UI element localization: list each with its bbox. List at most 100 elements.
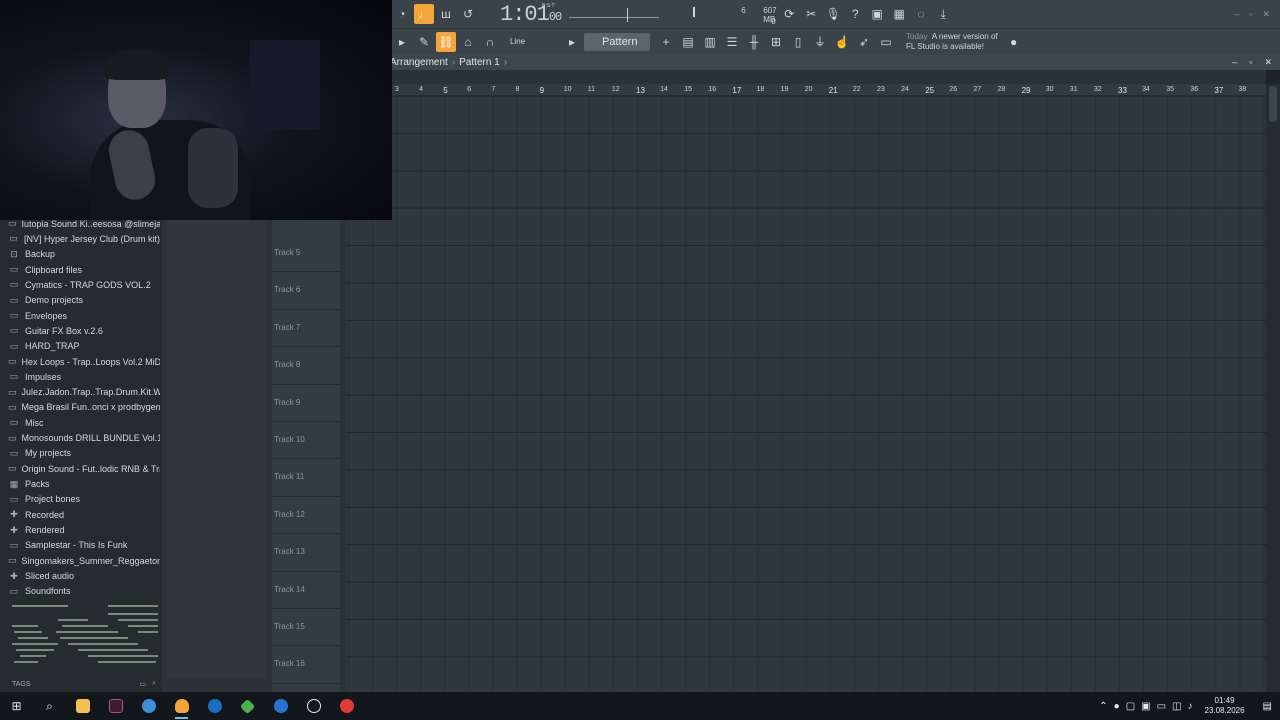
- track-header[interactable]: Track 13: [272, 534, 346, 572]
- feather-icon[interactable]: ➶: [854, 32, 874, 52]
- vertical-scroll-thumb[interactable]: [1269, 86, 1277, 122]
- add-pattern-icon[interactable]: +: [656, 32, 676, 52]
- download-icon[interactable]: ⤓: [933, 4, 953, 24]
- browser-folder-item[interactable]: ▭ Demo projects: [8, 293, 160, 308]
- track-header[interactable]: Track 7: [272, 310, 346, 348]
- tray-icon-3[interactable]: ◫: [1172, 701, 1181, 712]
- playlist-icon[interactable]: ▤: [678, 32, 698, 52]
- app-icon-4[interactable]: [297, 692, 330, 720]
- notifications-icon[interactable]: ▤: [1263, 701, 1272, 712]
- clock[interactable]: 01:49 23.08.2026: [1205, 696, 1245, 716]
- browser-folder-item[interactable]: ▭ Project bones: [8, 492, 160, 507]
- horizontal-scrollbar[interactable]: [390, 70, 1266, 84]
- master-pitch-slider[interactable]: [569, 4, 669, 24]
- store-icon[interactable]: ▭: [876, 32, 896, 52]
- browser-folder-item[interactable]: ▭ Envelopes: [8, 308, 160, 323]
- tray-overflow-icon[interactable]: ⌃: [1099, 701, 1107, 712]
- playlist-close-icon[interactable]: ✕: [1264, 57, 1272, 68]
- browser-folder-item[interactable]: ▭ Soundfonts: [8, 584, 160, 599]
- track-header[interactable]: Track 10: [272, 422, 346, 460]
- loop-record-icon[interactable]: ↺: [458, 4, 478, 24]
- browser-folder-item[interactable]: ▭ Guitar FX Box v.2.6: [8, 323, 160, 338]
- metronome-icon[interactable]: ◔: [392, 4, 412, 24]
- mixer-view-icon[interactable]: ╫: [744, 32, 764, 52]
- playlist-maximize-icon[interactable]: ▫: [1249, 57, 1252, 68]
- track-header[interactable]: Track 12: [272, 497, 346, 535]
- search-icon[interactable]: ⌕: [33, 692, 66, 720]
- save-icon[interactable]: ▣: [867, 4, 887, 24]
- maximize-icon[interactable]: ▫: [1249, 9, 1252, 20]
- start-icon[interactable]: ⊞: [0, 692, 33, 720]
- browser-folder-item[interactable]: ▭ Samplestar - This Is Funk: [8, 538, 160, 553]
- browser-folder-item[interactable]: ✚ Recorded: [8, 507, 160, 522]
- tray-icon-2[interactable]: ▣: [1141, 701, 1150, 712]
- browser-folder-item[interactable]: ▭ Impulses: [8, 369, 160, 384]
- browser-folder-item[interactable]: ▭ Origin Sound - Fut..lodic RNB & Trap: [8, 461, 160, 476]
- browser-folder-item[interactable]: ✚ Sliced audio: [8, 568, 160, 583]
- snap-dropdown[interactable]: Line: [502, 37, 562, 46]
- channel-rack-icon[interactable]: ☰: [722, 32, 742, 52]
- browser-folder-item[interactable]: ▭ Misc: [8, 415, 160, 430]
- play-arrow-icon[interactable]: ▸: [392, 32, 412, 52]
- timeline-ruler[interactable]: 3 4 5 6 7 8 9 10 11 12 13 14 15 16 17 18 19 20 21 22 23 24 25 2…: [390, 84, 1266, 96]
- steam-icon[interactable]: [198, 692, 231, 720]
- track-header[interactable]: Track 8: [272, 347, 346, 385]
- app-icon-3[interactable]: [264, 692, 297, 720]
- file-explorer-icon[interactable]: [66, 692, 99, 720]
- track-header[interactable]: Track 15: [272, 609, 346, 647]
- track-header[interactable]: Track 9: [272, 385, 346, 422]
- browser-folder-item[interactable]: ▭ Monosounds DRILL BUNDLE Vol.1: [8, 430, 160, 445]
- browser-tree-icon[interactable]: ⊞: [766, 32, 786, 52]
- plugin-icon[interactable]: ⏚: [810, 32, 830, 52]
- minimize-icon[interactable]: –: [1234, 9, 1239, 20]
- browser-folder-item[interactable]: ⊡ Backup: [8, 247, 160, 262]
- pattern-prev-icon[interactable]: ▸: [562, 32, 582, 52]
- link-tool-icon[interactable]: ⛓: [436, 31, 456, 52]
- breadcrumb-pattern[interactable]: Pattern 1: [459, 57, 500, 68]
- volume-icon[interactable]: ♪: [1188, 701, 1193, 712]
- touch-icon[interactable]: ☝: [832, 32, 852, 52]
- browser-folder-item[interactable]: ▭ [NV] Hyper Jersey Club (Drum kit): [8, 231, 160, 246]
- project-icon[interactable]: ▯: [788, 32, 808, 52]
- playlist-grid[interactable]: [346, 96, 1266, 692]
- wait-record-icon[interactable]: ш: [436, 4, 456, 24]
- mixer-icon[interactable]: ▦: [889, 4, 909, 24]
- browser-folder-item[interactable]: ▭ Cymatics - TRAP GODS VOL.2: [8, 277, 160, 292]
- browser-search-icon[interactable]: ⌕: [152, 680, 156, 688]
- track-header[interactable]: Track 5: [272, 235, 346, 273]
- track-header[interactable]: Track 16: [272, 646, 346, 684]
- tray-icon-1[interactable]: ▢: [1126, 701, 1135, 712]
- browser-folder-item[interactable]: ▭ My projects: [8, 446, 160, 461]
- breadcrumb-playlist[interactable]: Arrangement: [390, 57, 448, 68]
- app-icon-5[interactable]: [330, 692, 363, 720]
- tempo-icon[interactable]: ♩: [414, 4, 434, 24]
- chrome-icon[interactable]: [132, 692, 165, 720]
- browser-folder-item[interactable]: ▭ Clipboard files: [8, 262, 160, 277]
- browser-folder-item[interactable]: ▭ Mega Brasil Fun..onci x prodbygen): [8, 400, 160, 415]
- pattern-selector[interactable]: Pattern 1: [584, 32, 650, 66]
- app-icon-2[interactable]: [231, 692, 264, 720]
- browser-folder-item[interactable]: ▭ Hex Loops - Trap..Loops Vol.2 MiDi: [8, 354, 160, 369]
- microphone-tray-icon[interactable]: ●: [1114, 701, 1120, 712]
- browser-folder-item[interactable]: ▭ Julez.Jadon.Trap..Trap.Drum.Kit.WAV: [8, 385, 160, 400]
- microphone-icon[interactable]: 🎙: [823, 4, 843, 24]
- draw-tool-icon[interactable]: ✎: [414, 32, 434, 52]
- track-header[interactable]: Track 6: [272, 272, 346, 310]
- refresh-icon[interactable]: ⟳: [779, 4, 799, 24]
- chat-icon[interactable]: ◌: [911, 4, 931, 24]
- cut-icon[interactable]: ✂: [801, 4, 821, 24]
- track-divider[interactable]: [340, 220, 346, 692]
- track-header[interactable]: Track 11: [272, 459, 346, 497]
- browser-folder-item[interactable]: ✚ Rendered: [8, 522, 160, 537]
- news-panel[interactable]: Today A newer version of FL Studio is av…: [906, 32, 998, 52]
- browser-folder-item[interactable]: ▭ HARD_TRAP: [8, 339, 160, 354]
- fl-studio-icon[interactable]: [165, 692, 198, 720]
- playlist-minimize-icon[interactable]: –: [1232, 57, 1237, 68]
- browser-folder-item[interactable]: ▭ Singomakers_Summer_Reggaeton: [8, 553, 160, 568]
- app-icon-1[interactable]: [99, 692, 132, 720]
- piano-roll-icon[interactable]: ▥: [700, 32, 720, 52]
- globe-icon[interactable]: ●: [1004, 32, 1024, 52]
- help-icon[interactable]: ?: [845, 4, 865, 24]
- network-icon[interactable]: ▭: [1157, 701, 1166, 712]
- vertical-scrollbar[interactable]: [1266, 84, 1280, 692]
